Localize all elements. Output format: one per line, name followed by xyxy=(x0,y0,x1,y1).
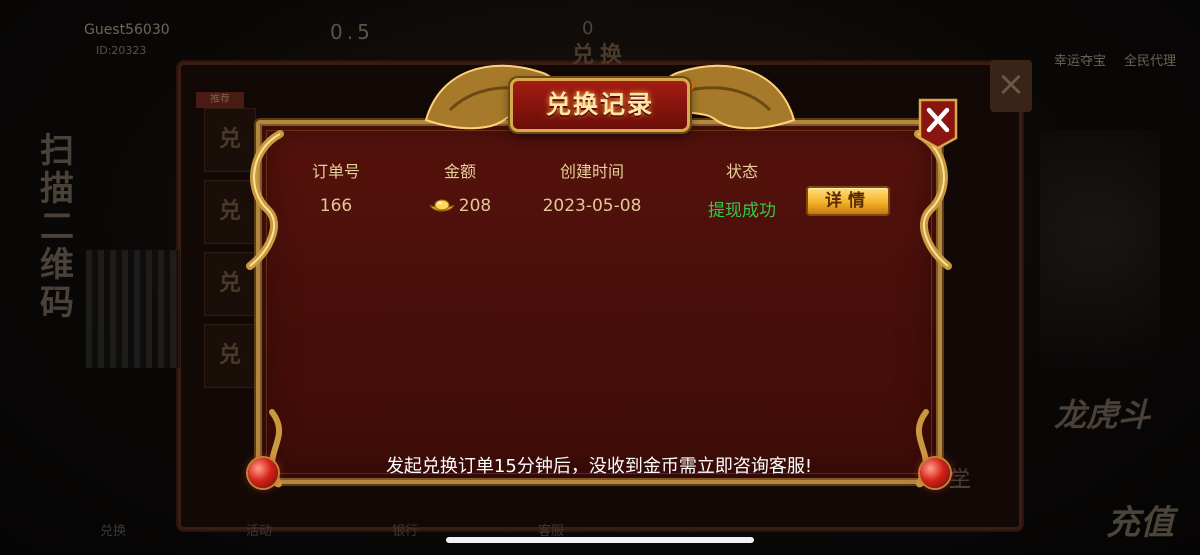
gold-ingot-icon xyxy=(429,199,455,212)
created-time-cell: 2023-05-08 xyxy=(542,196,642,216)
status-cell: 提现成功 xyxy=(708,201,776,221)
secondary-balance: 0 xyxy=(582,18,594,39)
header-status: 状态 xyxy=(725,162,758,181)
close-icon xyxy=(918,98,958,150)
header-order-no: 订单号 xyxy=(311,162,360,181)
agent-link: 全民代理 xyxy=(1123,54,1176,69)
table-row: 166 208 2023-05-08 提现成功 详情 xyxy=(244,186,954,224)
recharge-label: 充值 xyxy=(1106,503,1174,543)
amount-value: 208 xyxy=(458,196,492,216)
recommend-tag: 推荐 xyxy=(196,92,244,108)
lucky-draw-link: 幸运夺宝 xyxy=(1053,54,1106,69)
promo-text: 龙虎斗 xyxy=(1053,396,1150,434)
home-indicator[interactable] xyxy=(446,537,754,543)
header-created-time: 创建时间 xyxy=(559,162,624,181)
detail-button[interactable]: 详情 xyxy=(806,186,890,216)
header-amount: 金额 xyxy=(443,162,476,181)
qr-code xyxy=(86,250,180,368)
top-right-links: 幸运夺宝 全民代理 xyxy=(1054,50,1176,69)
scan-qr-char: 二 xyxy=(40,207,74,247)
scan-qr-char: 扫 xyxy=(40,131,74,171)
nav-bank: 银行 xyxy=(392,524,419,539)
user-name: Guest56030 xyxy=(84,22,170,38)
footer-notice: 发起兑换订单15分钟后，没收到金币需立即咨询客服! xyxy=(385,456,813,477)
scan-qr-char: 维 xyxy=(40,245,74,285)
dialog-title: 兑换记录 xyxy=(545,90,654,119)
scan-qr-char: 码 xyxy=(40,283,74,323)
dialog-title-banner: 兑换记录 xyxy=(510,78,690,132)
close-button[interactable] xyxy=(918,98,958,150)
exchange-record-dialog: 兑换记录 订单号 金额 创建时间 状态 166 208 2023-05-08 提… xyxy=(244,64,958,496)
nav-exchange: 兑换 xyxy=(100,524,127,539)
scan-qr-caption: 扫 描 二 维 码 xyxy=(40,132,84,322)
order-no-cell: 166 xyxy=(319,196,353,216)
amount-cell: 208 xyxy=(410,196,510,216)
exchange-window-close-icon: × xyxy=(990,60,1032,112)
user-id: ID:20323 xyxy=(96,44,147,57)
coin-balance: 0.5 xyxy=(330,20,374,44)
scan-qr-char: 描 xyxy=(40,169,74,209)
